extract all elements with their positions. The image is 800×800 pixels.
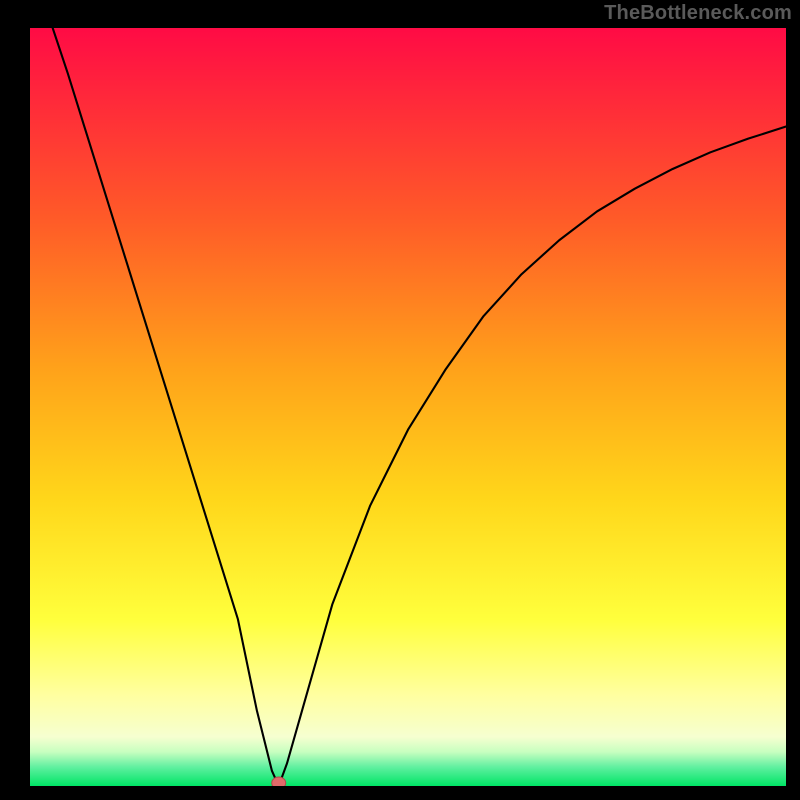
- chart-svg: [30, 28, 786, 786]
- watermark-text: TheBottleneck.com: [604, 2, 792, 25]
- optimal-point-marker: [272, 777, 286, 786]
- plot-area: [30, 28, 786, 786]
- gradient-background: [30, 28, 786, 786]
- chart-container: TheBottleneck.com: [0, 0, 800, 800]
